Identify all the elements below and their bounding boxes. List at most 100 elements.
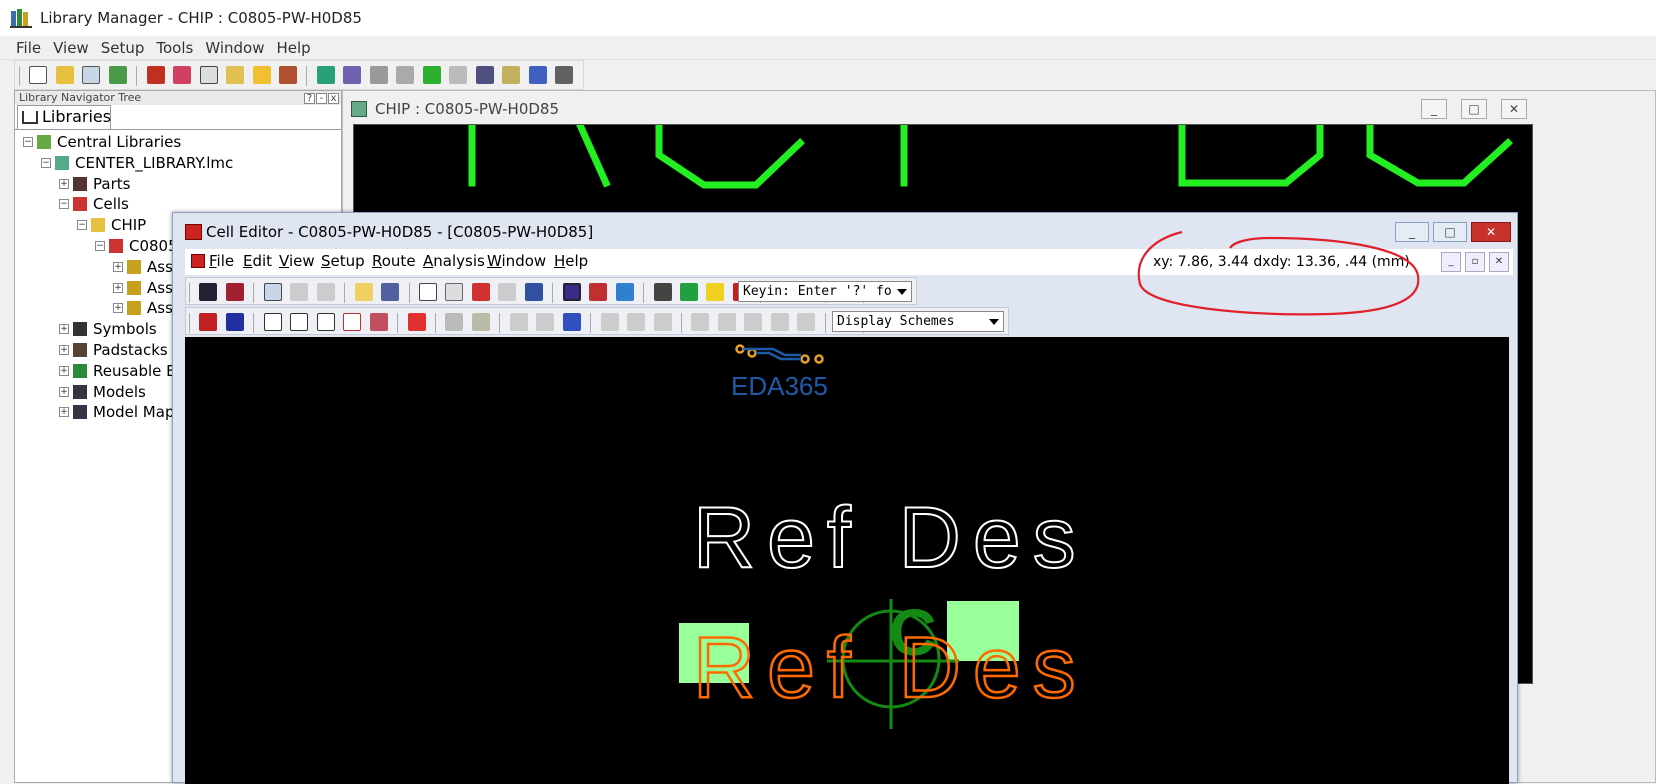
ce-menu-edit[interactable]: Edit [243,252,272,270]
navigator-help-button[interactable]: ? [304,93,315,104]
tree-item[interactable]: − Central Libraries [15,132,341,152]
route-icon[interactable] [509,313,528,331]
select-mode-icon[interactable] [381,283,400,301]
display-schemes-dropdown-icon[interactable] [989,319,999,325]
tune-icon[interactable] [600,313,619,331]
ce-menu-view[interactable]: View [279,252,315,270]
refresh-icon[interactable] [108,66,127,84]
ce-menu-analysis[interactable]: Analysis [423,252,485,270]
rounded-rect-icon[interactable] [290,313,309,331]
navigator-close-button[interactable]: x [328,93,339,104]
unfix-icon[interactable] [717,313,736,331]
expand-icon[interactable]: + [113,282,123,293]
fanout-icon[interactable] [536,313,555,331]
cell-editor-icon[interactable] [316,66,335,84]
search-icon[interactable] [82,66,101,84]
hand-icon[interactable] [449,66,468,84]
ce-menu-window[interactable]: Window [487,252,546,270]
cell-editor-menu-icon[interactable] [191,254,205,268]
place-pin-icon[interactable] [199,313,218,331]
collapse-icon[interactable]: − [77,220,87,231]
part-editor-icon[interactable] [146,66,165,84]
prop-icon[interactable] [173,66,192,84]
open-folder-icon[interactable] [55,66,74,84]
ce-menu-file[interactable]: File [209,252,234,270]
chip-minimize-button[interactable]: _ [1421,99,1447,119]
pointer-icon[interactable] [445,283,464,301]
collapse-icon[interactable]: − [95,241,105,251]
mdi-restore-button[interactable]: ▫ [1465,252,1485,272]
menu-tools[interactable]: Tools [150,36,199,60]
cell-editor-maximize-button[interactable]: □ [1433,222,1467,242]
collapse-icon[interactable]: − [23,137,33,147]
layout-icon[interactable] [343,66,362,84]
circle-icon[interactable] [316,313,335,331]
hug-icon[interactable] [653,313,672,331]
display-control-icon[interactable] [418,283,437,301]
model-icon[interactable] [475,66,494,84]
layers-icon[interactable] [524,283,543,301]
redo-icon[interactable] [316,283,335,301]
find-icon[interactable] [263,283,282,301]
expand-icon[interactable]: + [59,324,69,335]
menu-file[interactable]: File [10,36,47,60]
mdi-minimize-button[interactable]: _ [1441,252,1461,272]
chip-close-button[interactable]: ✕ [1501,99,1527,119]
expand-icon[interactable]: + [59,407,69,418]
properties-icon[interactable] [653,283,672,301]
edit-pencil-icon[interactable] [226,66,245,84]
highlight-icon[interactable] [354,283,373,301]
padstack-icon[interactable] [278,66,297,84]
expand-icon[interactable]: + [113,261,123,272]
plow-icon[interactable] [562,313,581,331]
draw-mode-icon[interactable] [615,283,634,301]
origin-icon[interactable] [407,313,426,331]
lib-206-icon[interactable] [199,66,218,84]
undo-icon[interactable] [290,283,309,301]
save-icon[interactable] [554,66,573,84]
place-text-icon[interactable] [225,313,244,331]
disabled-icon[interactable] [396,66,415,84]
menu-setup[interactable]: Setup [95,36,151,60]
prev-icon[interactable] [471,283,490,301]
area-icon[interactable] [369,313,388,331]
new-icon[interactable] [29,66,48,84]
menu-window[interactable]: Window [199,36,270,60]
properties-icon[interactable] [528,66,547,84]
check-icon[interactable] [422,66,441,84]
menu-view[interactable]: View [47,36,95,60]
expand-icon[interactable]: + [59,345,69,355]
glue-icon[interactable] [627,313,646,331]
chip-maximize-button[interactable]: □ [1461,99,1487,119]
rect-icon[interactable] [263,313,282,331]
route-mode-icon[interactable] [589,283,608,301]
save-icon[interactable] [199,283,218,301]
ce-menu-route[interactable]: Route [372,252,416,270]
place-mode-icon[interactable] [562,283,581,301]
fix-icon[interactable] [691,313,710,331]
navigator-minimize-button[interactable]: - [316,93,327,104]
expand-icon[interactable]: + [113,303,123,314]
ce-menu-help[interactable]: Help [554,252,588,270]
lock-icon[interactable] [770,313,789,331]
tree-item[interactable]: + Parts [15,174,341,194]
warning-icon[interactable] [706,283,725,301]
collapse-icon[interactable]: − [41,157,51,168]
next-icon[interactable] [498,283,517,301]
edit-model-icon[interactable] [502,66,521,84]
add-pin-icon[interactable] [679,283,698,301]
cell-editor-close-button[interactable]: ✕ [1471,222,1511,242]
exit-icon[interactable] [225,283,244,301]
array2-icon[interactable] [471,313,490,331]
grid-icon[interactable] [369,66,388,84]
array-icon[interactable] [445,313,464,331]
display-schemes-select[interactable]: Display Schemes [832,311,1004,332]
ce-menu-setup[interactable]: Setup [321,252,365,270]
semi-fix-icon[interactable] [744,313,763,331]
tab-libraries[interactable]: Libraries [17,105,111,129]
keyin-dropdown-icon[interactable] [897,289,907,295]
collapse-icon[interactable]: − [59,199,69,210]
expand-icon[interactable]: + [59,178,69,189]
expand-icon[interactable]: + [59,386,69,397]
cell-editor-canvas[interactable]: EDA365 Ref Des C Ref Des [185,337,1509,784]
